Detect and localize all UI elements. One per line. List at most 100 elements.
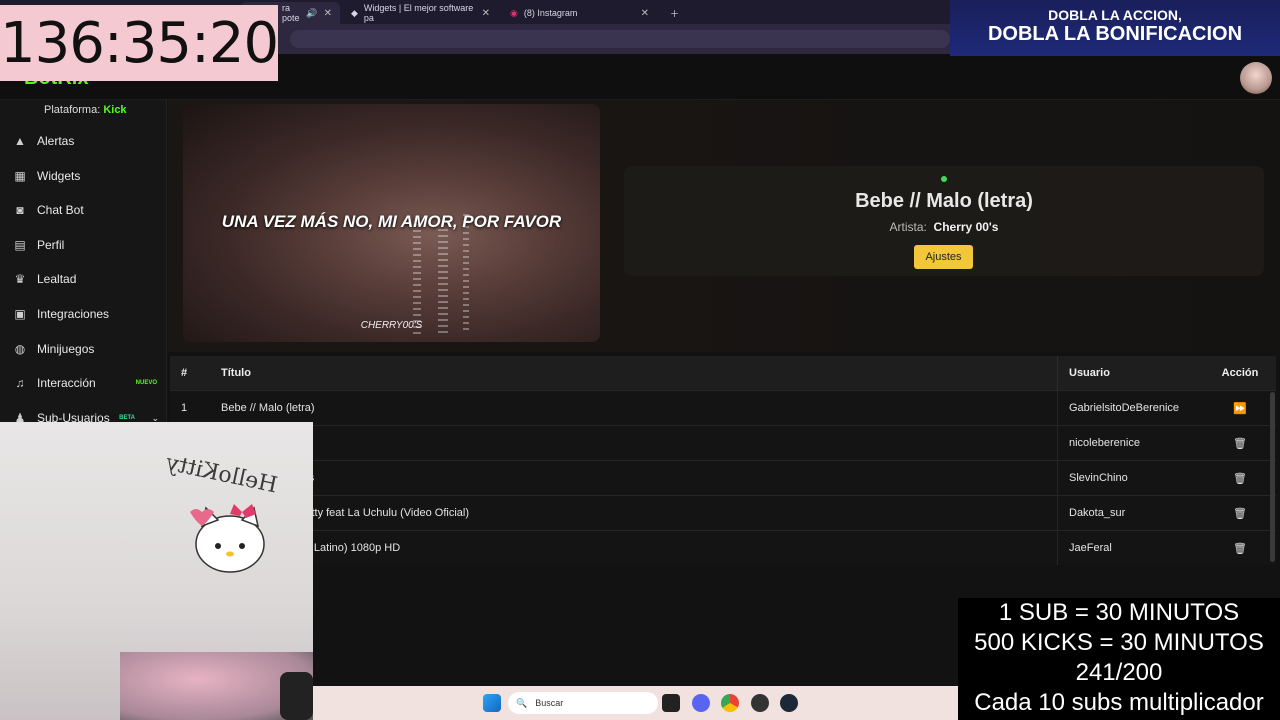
row-title: ов - Stop Narcotics xyxy=(210,472,1057,484)
video-lyric: UNA VEZ MÁS NO, MI AMOR, POR FAVOR xyxy=(221,212,562,231)
address-input[interactable] xyxy=(290,30,950,48)
countdown-timer: 136:35:20 xyxy=(0,5,279,81)
windows-start-icon[interactable] xyxy=(483,694,501,712)
table-row: a nicoleberenice 🗑 xyxy=(170,425,1276,460)
video-player[interactable]: UNA VEZ MÁS NO, MI AMOR, POR FAVOR CHERR… xyxy=(183,104,600,342)
avatar[interactable] xyxy=(1240,62,1272,94)
taskbar-search[interactable]: 🔍 Buscar xyxy=(508,692,658,714)
new-tab-button[interactable]: ＋ xyxy=(662,2,682,24)
chrome-icon[interactable] xyxy=(721,694,739,712)
id-card-icon: ▤ xyxy=(14,238,26,252)
trash-icon[interactable]: 🗑 xyxy=(1204,507,1276,520)
row-num: 1 xyxy=(181,402,188,414)
artist-name: Cherry 00's xyxy=(933,220,999,234)
gamepad-icon: ◍ xyxy=(14,342,26,356)
sidebar-item-perfil[interactable]: ▤ Perfil xyxy=(0,228,167,262)
sidebar-item-label: Integraciones xyxy=(37,307,110,321)
tab-instagram[interactable]: ◉ (8) Instagram ✕ xyxy=(502,2,657,24)
skip-icon[interactable]: ⏩ xyxy=(1204,402,1276,415)
tab-label: (8) Instagram xyxy=(523,8,578,18)
grid-icon: ▦ xyxy=(14,169,26,183)
chair xyxy=(280,672,313,720)
song-title: Bebe // Malo (letra) xyxy=(855,190,1033,212)
table-row: la - korayma Urrestty feat La Uchulu (Vi… xyxy=(170,495,1276,530)
platform-label: Plataforma: Kick xyxy=(44,104,127,116)
header-num: # xyxy=(181,367,188,379)
header-action: Acción xyxy=(1221,367,1259,379)
row-title: a xyxy=(210,437,1057,449)
promo-banner: DOBLA LA ACCION, DOBLA LA BONIFICACION xyxy=(950,0,1280,56)
decor xyxy=(438,229,448,334)
obs-icon[interactable] xyxy=(751,694,769,712)
sidebar-item-label: Interacción xyxy=(37,376,96,390)
webcam-overlay: HelloKitty xyxy=(0,422,313,720)
header-title: Título xyxy=(221,367,251,379)
close-icon[interactable]: ✕ xyxy=(324,8,332,19)
sidebar-item-interaccion[interactable]: ♫ Interacción NUEVO xyxy=(0,366,167,400)
warning-icon: ▲ xyxy=(14,134,26,148)
tab-widgets[interactable]: ◆ Widgets | El mejor software pa ✕ xyxy=(343,2,498,24)
close-icon[interactable]: ✕ xyxy=(641,8,649,19)
sidebar-item-label: Lealtad xyxy=(37,272,77,286)
sidebar-item-label: Alertas xyxy=(37,134,75,148)
artist-label: Artista: xyxy=(889,220,927,234)
trash-icon[interactable]: 🗑 xyxy=(1204,437,1276,450)
subathon-goals: 1 SUB = 30 MINUTOS 500 KICKS = 30 MINUTO… xyxy=(958,598,1280,720)
row-user: GabrielsitoDeBerenice xyxy=(1057,391,1204,425)
trophy-icon: ♛ xyxy=(14,272,26,286)
goal-line: Cada 10 subs multiplicador xyxy=(974,689,1264,716)
sidebar-item-label: Perfil xyxy=(37,238,65,252)
table-row: 1 Bebe // Malo (letra) GabrielsitoDeBere… xyxy=(170,390,1276,425)
tab-label: Widgets | El mejor software pa xyxy=(363,3,474,23)
row-title: la - korayma Urrestty feat La Uchulu (Vi… xyxy=(221,507,469,519)
row-user: nicoleberenice xyxy=(1057,426,1204,460)
discord-icon[interactable] xyxy=(692,694,710,712)
goal-line: 1 SUB = 30 MINUTOS xyxy=(998,599,1240,626)
trash-icon[interactable]: 🗑 xyxy=(1204,472,1276,485)
row-user: JaeFeral xyxy=(1057,531,1204,565)
row-title: Playa Es (Español Latino) 1080p HD xyxy=(221,542,401,554)
decor xyxy=(413,224,421,334)
promo-line-2: DOBLA LA BONIFICACION xyxy=(987,23,1243,45)
header-user: Usuario xyxy=(1057,356,1204,390)
plug-icon: ▣ xyxy=(14,307,26,321)
robot-icon: ◙ xyxy=(16,203,24,217)
task-view-icon[interactable] xyxy=(662,694,680,712)
goal-line: 500 KICKS = 30 MINUTOS xyxy=(974,629,1264,656)
video-credit: CHERRY00'S xyxy=(360,320,423,331)
row-user: SlevinChino xyxy=(1057,461,1204,495)
instagram-icon: ◉ xyxy=(510,7,518,18)
row-user: Dakota_sur xyxy=(1057,496,1204,530)
table-row: ов - Stop Narcotics SlevinChino 🗑 xyxy=(170,460,1276,495)
music-icon: ♫ xyxy=(15,376,25,390)
sidebar-item-alertas[interactable]: ▲ Alertas xyxy=(0,124,167,158)
settings-button[interactable]: Ajustes xyxy=(914,245,973,269)
tab-label: ra pote xyxy=(282,3,300,23)
table-row: Playa Es (Español Latino) 1080p HD JaeFe… xyxy=(170,530,1276,565)
new-badge: NUEVO xyxy=(135,380,157,386)
sidebar-item-chat-bot[interactable]: ◙ Chat Bot xyxy=(0,193,167,227)
beta-badge: BETA xyxy=(119,415,135,421)
sidebar-item-integraciones[interactable]: ▣ Integraciones xyxy=(0,297,167,331)
promo-line-1: DOBLA LA ACCION, xyxy=(1048,7,1182,23)
platform-value: Kick xyxy=(103,104,127,116)
sidebar-item-label: Minijuegos xyxy=(37,342,95,356)
status-dot xyxy=(941,176,947,182)
sidebar-item-widgets[interactable]: ▦ Widgets xyxy=(0,159,167,193)
steam-icon[interactable] xyxy=(780,694,798,712)
trash-icon[interactable]: 🗑 xyxy=(1204,542,1276,555)
sidebar-item-lealtad[interactable]: ♛ Lealtad xyxy=(0,262,167,296)
search-icon: 🔍 xyxy=(516,697,528,708)
search-placeholder: Buscar xyxy=(535,698,564,708)
row-title: Bebe // Malo (letra) xyxy=(221,402,315,414)
speaker-icon: 🔊 xyxy=(306,7,318,18)
decor xyxy=(463,214,469,334)
sidebar-item-label: Chat Bot xyxy=(37,203,84,217)
artist-line: Artista: Cherry 00's xyxy=(624,220,1264,234)
goal-line: 241/200 xyxy=(1075,659,1163,686)
scrollbar[interactable] xyxy=(1270,392,1275,562)
sidebar-item-minijuegos[interactable]: ◍ Minijuegos xyxy=(0,332,167,366)
sidebar-item-label: Widgets xyxy=(37,169,81,183)
table-header: # Título Usuario Acción xyxy=(170,356,1276,390)
close-icon[interactable]: ✕ xyxy=(482,8,490,19)
